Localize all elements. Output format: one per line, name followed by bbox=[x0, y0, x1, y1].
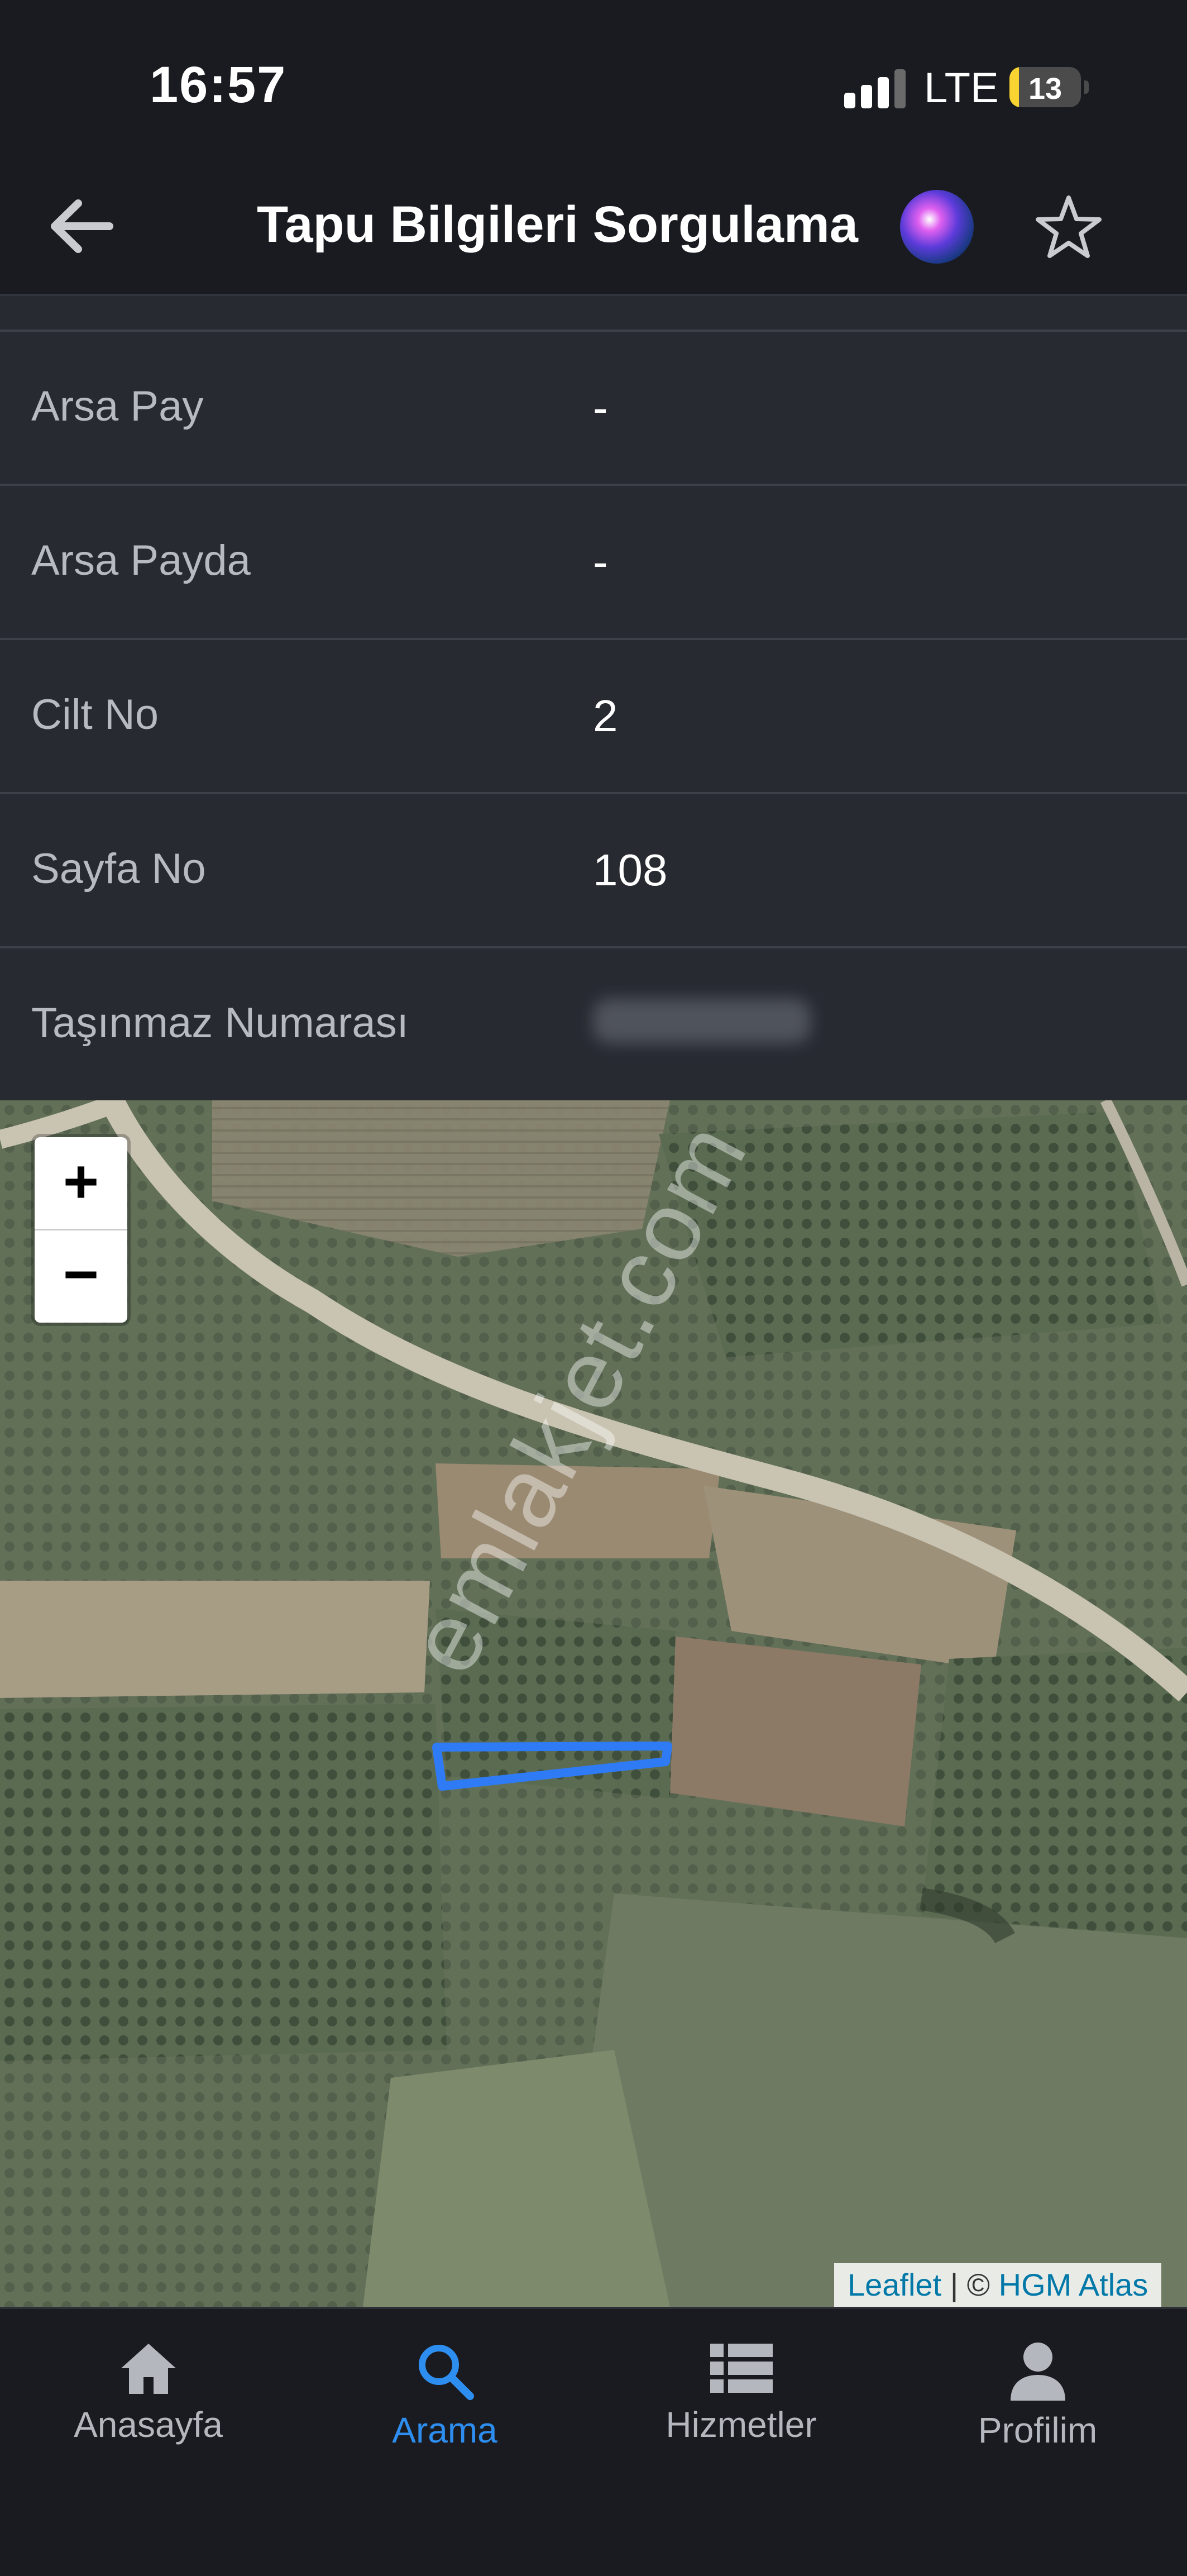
signal-icon bbox=[844, 68, 906, 108]
info-label: Taşınmaz Numarası bbox=[31, 999, 409, 1047]
tab-hizmetler[interactable]: Hizmetler bbox=[593, 2340, 889, 2452]
home-icon bbox=[121, 2344, 176, 2394]
arrow-left-icon[interactable] bbox=[44, 195, 116, 257]
info-row-sayfa-no: Sayfa No 108 bbox=[0, 792, 1187, 946]
battery-icon: 13 bbox=[1009, 67, 1089, 107]
redacted-value bbox=[593, 999, 811, 1043]
map-attribution: Leaflet | © HGM Atlas bbox=[834, 2263, 1162, 2307]
info-label: Arsa Pay bbox=[31, 383, 204, 430]
person-icon bbox=[1010, 2343, 1065, 2401]
tab-arama[interactable]: Arama bbox=[296, 2340, 593, 2452]
network-type: LTE bbox=[924, 64, 999, 112]
info-value: - bbox=[593, 383, 608, 432]
tab-label: Arama bbox=[392, 2410, 497, 2450]
list-icon bbox=[710, 2344, 773, 2393]
info-value: 2 bbox=[593, 691, 618, 741]
tab-profilim[interactable]: Profilim bbox=[889, 2340, 1186, 2452]
star-outline-icon[interactable] bbox=[1034, 193, 1103, 263]
info-row-arsa-pay: Arsa Pay - bbox=[0, 330, 1187, 484]
search-icon bbox=[418, 2345, 474, 2400]
info-row-tasinmaz-numarasi: Taşınmaz Numarası bbox=[0, 946, 1187, 1100]
zoom-out-button[interactable]: − bbox=[35, 1230, 127, 1322]
leaflet-link[interactable]: Leaflet bbox=[848, 2267, 941, 2302]
info-row-cilt-no: Cilt No 2 bbox=[0, 638, 1187, 792]
tab-anasayfa[interactable]: Anasayfa bbox=[0, 2340, 296, 2452]
map-zoom-control: + − bbox=[35, 1137, 127, 1323]
tab-label: Profilim bbox=[978, 2410, 1098, 2450]
info-value: 108 bbox=[593, 845, 668, 895]
tab-label: Hizmetler bbox=[666, 2405, 817, 2445]
info-label: Sayfa No bbox=[31, 845, 206, 893]
zoom-in-button[interactable]: + bbox=[35, 1137, 127, 1230]
info-label: Cilt No bbox=[31, 691, 159, 738]
info-row-arsa-payda: Arsa Payda - bbox=[0, 484, 1187, 638]
tab-label: Anasayfa bbox=[74, 2405, 223, 2445]
page-title: Tapu Bilgileri Sorgulama bbox=[257, 196, 858, 253]
status-time: 16:57 bbox=[150, 56, 287, 113]
info-label: Arsa Payda bbox=[31, 537, 251, 584]
attribution-separator: | © bbox=[941, 2267, 999, 2302]
siri-icon[interactable] bbox=[900, 190, 974, 264]
info-value-redacted bbox=[593, 999, 811, 1054]
hgm-atlas-link[interactable]: HGM Atlas bbox=[999, 2267, 1148, 2302]
parcel-info-list: Arsa Pay - Arsa Payda - Cilt No 2 Sayfa … bbox=[0, 296, 1187, 1100]
info-value: - bbox=[593, 537, 608, 586]
battery-percent: 13 bbox=[1028, 72, 1062, 106]
